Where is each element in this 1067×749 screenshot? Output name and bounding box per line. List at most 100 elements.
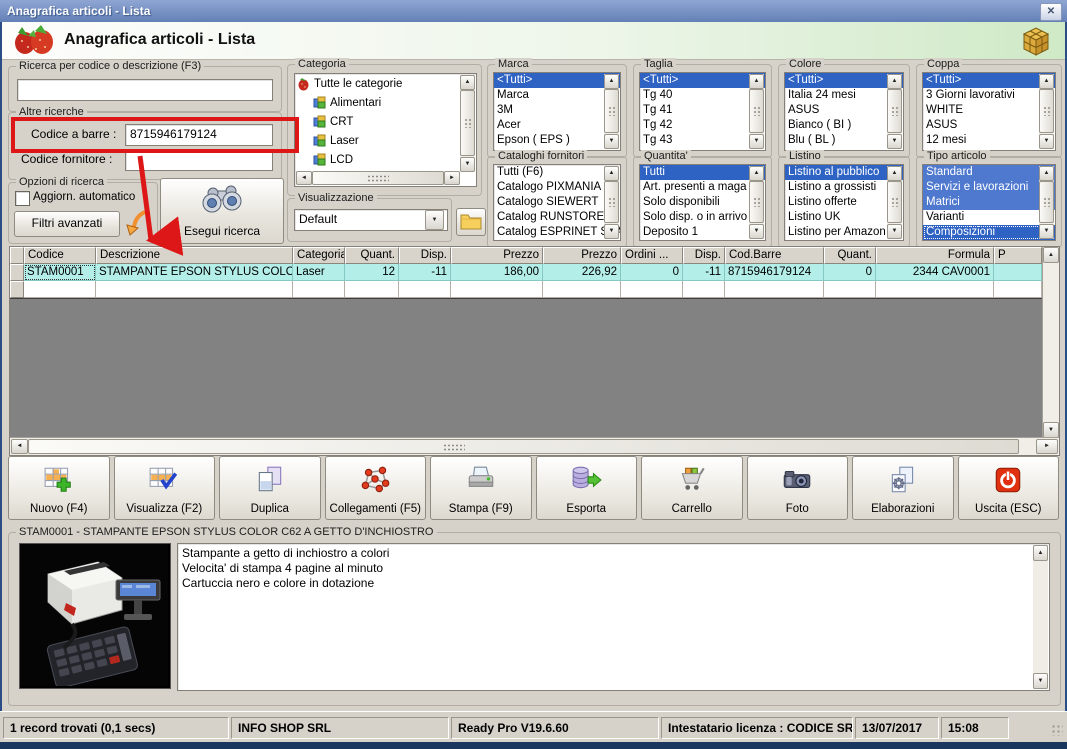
filter-list-scrollbar[interactable]: ▲ ▼ (604, 74, 619, 149)
filter-listbox[interactable]: Listino al pubblico Listino a grossisti Li… (784, 164, 904, 241)
column-header[interactable]: Disp. (399, 247, 451, 264)
tree-item[interactable]: CRT (295, 112, 461, 131)
list-item[interactable]: Blu ( BL ) (785, 133, 903, 148)
list-item[interactable]: Listino a grossisti (785, 180, 903, 195)
visualizza-f2--button[interactable]: Visualizza (F2) (113, 456, 215, 520)
tree-item[interactable]: Alimentari (295, 93, 461, 112)
list-item[interactable]: Listino al pubblico (785, 165, 903, 180)
filter-list-scrollbar[interactable]: ▲ ▼ (749, 166, 764, 239)
esporta-button[interactable]: Esporta (535, 456, 637, 520)
filter-listbox[interactable]: Tutti (F6) Catalogo PIXMANIA Catalogo SIEW… (493, 164, 621, 241)
advanced-filters-button[interactable]: Filtri avanzati (14, 211, 120, 237)
column-header[interactable]: Quant. (345, 247, 399, 264)
list-item[interactable]: Listino offerte (785, 195, 903, 210)
filter-listbox[interactable]: <Tutti> Tg 40 Tg 41 Tg 42 Tg 43 ▲ ▼ (639, 72, 766, 151)
nuovo-f4--button[interactable]: Nuovo (F4) (8, 456, 110, 520)
scroll-down-icon[interactable]: ▼ (1043, 422, 1059, 438)
table-cell[interactable]: Laser (293, 264, 345, 281)
scroll-down-icon[interactable]: ▼ (604, 224, 619, 239)
run-search-button[interactable]: Esegui ricerca (160, 178, 284, 244)
table-cell[interactable]: 186,00 (451, 264, 543, 281)
column-header[interactable]: Codice (24, 247, 96, 264)
scroll-down-icon[interactable]: ▼ (1039, 224, 1054, 239)
list-item[interactable]: Deposito 1 (640, 225, 765, 240)
table-cell[interactable]: 8715946179124 (725, 264, 824, 281)
column-header[interactable]: Cod.Barre (725, 247, 824, 264)
description-scrollbar[interactable]: ▲ ▼ (1033, 545, 1048, 689)
scroll-up-icon[interactable]: ▲ (887, 74, 902, 89)
list-item[interactable]: Catalog RUNSTORE (494, 210, 620, 225)
scroll-up-icon[interactable]: ▲ (749, 166, 764, 181)
list-item[interactable]: <Tutti> (785, 73, 903, 88)
table-horizontal-scrollbar[interactable]: ◄ ► (10, 437, 1059, 455)
column-header[interactable]: Prezzo (543, 247, 621, 264)
categoria-vertical-scrollbar[interactable]: ▲ ▼ (460, 75, 475, 172)
filter-listbox[interactable]: Tutti Art. presenti a maga Solo disponibil… (639, 164, 766, 241)
scroll-up-icon[interactable]: ▲ (604, 74, 619, 89)
collegamenti-f5--button[interactable]: Collegamenti (F5) (324, 456, 426, 520)
search-input[interactable] (17, 79, 273, 101)
list-item[interactable]: Bianco ( BI ) (785, 118, 903, 133)
table-cell[interactable]: STAMPANTE EPSON STYLUS COLOR C... (96, 264, 293, 281)
list-item[interactable]: Listino per Amazon (785, 225, 903, 240)
filter-list-scrollbar[interactable]: ▲ ▼ (749, 74, 764, 149)
filter-listbox[interactable]: <Tutti> Marca 3M Acer Epson ( EPS ) ▲ ▼ (493, 72, 621, 151)
window-titlebar[interactable]: Anagrafica articoli - Lista ✕ (0, 0, 1067, 22)
column-header[interactable]: Ordini ... (621, 247, 683, 264)
list-item[interactable]: Tg 41 (640, 103, 765, 118)
list-item[interactable]: <Tutti> (923, 73, 1055, 88)
resize-grip-icon[interactable] (1051, 724, 1063, 736)
list-item[interactable]: Solo disp. o in arrivo (640, 210, 765, 225)
list-item[interactable]: Standard (923, 165, 1055, 180)
list-item[interactable]: Solo disponibili (640, 195, 765, 210)
scroll-down-icon[interactable]: ▼ (749, 224, 764, 239)
tree-item-root[interactable]: Tutte le categorie (295, 74, 461, 93)
categoria-tree[interactable]: Tutte le categorieAlimentariCRTLaserLCDC… (294, 73, 477, 187)
scroll-up-icon[interactable]: ▲ (1033, 545, 1048, 561)
filter-list-scrollbar[interactable]: ▲ ▼ (887, 166, 902, 239)
carrello-button[interactable]: Carrello (641, 456, 743, 520)
column-header[interactable]: Quant. (824, 247, 876, 264)
scroll-left-icon[interactable]: ◄ (296, 171, 312, 185)
table-cell[interactable]: 0 (824, 264, 876, 281)
filter-list-scrollbar[interactable]: ▲ ▼ (604, 166, 619, 239)
filter-listbox[interactable]: Standard Servizi e lavorazioni Matrici Vari… (922, 164, 1056, 241)
list-item[interactable]: Marca (494, 88, 620, 103)
scroll-right-icon[interactable]: ► (444, 171, 460, 185)
list-item[interactable]: ASUS (785, 103, 903, 118)
list-item[interactable]: Art. presenti a maga (640, 180, 765, 195)
view-select-dropdown-icon[interactable]: ▼ (425, 210, 444, 230)
scroll-right-icon[interactable]: ► (1036, 439, 1058, 454)
list-item[interactable]: Acer (494, 118, 620, 133)
list-item[interactable]: Tutti (F6) (494, 165, 620, 180)
scroll-down-icon[interactable]: ▼ (887, 224, 902, 239)
categoria-horizontal-scrollbar[interactable]: ◄ ► (296, 171, 460, 185)
list-item[interactable]: Servizi e lavorazioni (923, 180, 1055, 195)
scrollbar-thumb[interactable] (28, 439, 1019, 454)
scroll-down-icon[interactable]: ▼ (460, 157, 475, 172)
scroll-up-icon[interactable]: ▲ (887, 166, 902, 181)
list-item[interactable]: 12 mesi (923, 133, 1055, 148)
row-selector[interactable] (10, 264, 24, 281)
list-item[interactable]: WHITE (923, 103, 1055, 118)
column-header[interactable]: Descrizione (96, 247, 293, 264)
uscita-esc--button[interactable]: Uscita (ESC) (957, 456, 1059, 520)
filter-list-scrollbar[interactable]: ▲ ▼ (1039, 74, 1054, 149)
table-cell[interactable]: 0 (621, 264, 683, 281)
list-item[interactable]: Tg 40 (640, 88, 765, 103)
scroll-down-icon[interactable]: ▼ (887, 134, 902, 149)
close-button[interactable]: ✕ (1040, 3, 1062, 21)
table-cell[interactable]: 226,92 (543, 264, 621, 281)
list-item[interactable]: Varianti (923, 210, 1055, 225)
stampa-f9--button[interactable]: Stampa (F9) (430, 456, 532, 520)
list-item[interactable]: Listino UK (785, 210, 903, 225)
list-item[interactable]: Tg 42 (640, 118, 765, 133)
scroll-up-icon[interactable]: ▲ (460, 75, 475, 90)
column-header[interactable]: Prezzo (451, 247, 543, 264)
table-cell[interactable]: STAM0001 (24, 264, 96, 281)
list-item[interactable]: 3 Giorni lavorativi (923, 88, 1055, 103)
foto-button[interactable]: Foto (746, 456, 848, 520)
table-cell[interactable]: -11 (399, 264, 451, 281)
barcode-input[interactable]: 8715946179124 (125, 124, 273, 146)
scroll-up-icon[interactable]: ▲ (1039, 74, 1054, 89)
